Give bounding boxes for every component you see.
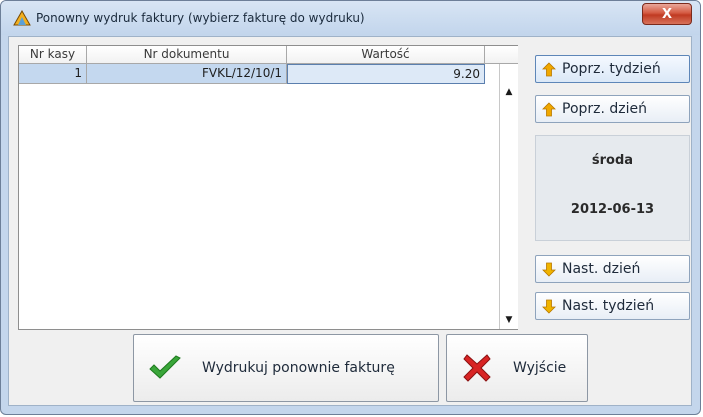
next-week-label: Nast. tydzień xyxy=(562,298,655,314)
selected-date: 2012-06-13 xyxy=(570,202,655,217)
prev-day-label: Poprz. dzień xyxy=(562,101,648,117)
day-name: środa xyxy=(591,153,634,168)
arrow-up-icon xyxy=(542,102,556,117)
close-icon xyxy=(463,354,491,382)
scroll-up-icon[interactable]: ▲ xyxy=(500,84,518,100)
close-button[interactable]: X xyxy=(642,3,692,25)
cell-nr-dokumentu[interactable]: FVKL/12/10/1 xyxy=(87,64,287,84)
next-day-label: Nast. dzień xyxy=(562,261,641,277)
title-bar[interactable]: Ponowny wydruk faktury (wybierz fakturę … xyxy=(1,1,700,35)
arrow-down-icon xyxy=(542,262,556,277)
window-title: Ponowny wydruk faktury (wybierz fakturę … xyxy=(36,11,365,25)
arrow-up-icon xyxy=(542,62,556,77)
dialog-body: Nr kasy Nr dokumentu Wartość 1 FVKL/12/1… xyxy=(8,36,692,406)
prev-week-label: Poprz. tydzień xyxy=(562,61,661,77)
cell-wartosc[interactable]: 9.20 xyxy=(287,64,485,84)
vertical-scrollbar[interactable]: ▲ ▼ xyxy=(499,64,518,329)
invoice-table[interactable]: Nr kasy Nr dokumentu Wartość 1 FVKL/12/1… xyxy=(18,45,518,330)
arrow-down-icon xyxy=(542,299,556,314)
next-day-button[interactable]: Nast. dzień xyxy=(535,255,690,283)
reprint-invoice-button[interactable]: Wydrukuj ponownie fakturę xyxy=(133,334,439,402)
prev-week-button[interactable]: Poprz. tydzień xyxy=(535,55,690,83)
exit-label: Wyjście xyxy=(513,360,567,376)
cell-nr-kasy[interactable]: 1 xyxy=(19,64,87,84)
exit-button[interactable]: Wyjście xyxy=(446,334,588,402)
checkmark-icon xyxy=(149,355,181,379)
column-header-wartosc[interactable]: Wartość xyxy=(287,46,485,64)
column-header-nr-kasy[interactable]: Nr kasy xyxy=(19,46,87,64)
scroll-down-icon[interactable]: ▼ xyxy=(500,312,518,328)
dialog-window: Ponowny wydruk faktury (wybierz fakturę … xyxy=(0,0,701,415)
column-header-nr-dokumentu[interactable]: Nr dokumentu xyxy=(87,46,287,64)
selected-date-panel: środa 2012-06-13 xyxy=(535,135,690,241)
prev-day-button[interactable]: Poprz. dzień xyxy=(535,95,690,123)
reprint-label: Wydrukuj ponownie fakturę xyxy=(202,360,395,376)
close-icon: X xyxy=(661,7,673,22)
next-week-button[interactable]: Nast. tydzień xyxy=(535,292,690,320)
column-header-empty xyxy=(485,46,518,64)
app-icon xyxy=(13,10,31,26)
